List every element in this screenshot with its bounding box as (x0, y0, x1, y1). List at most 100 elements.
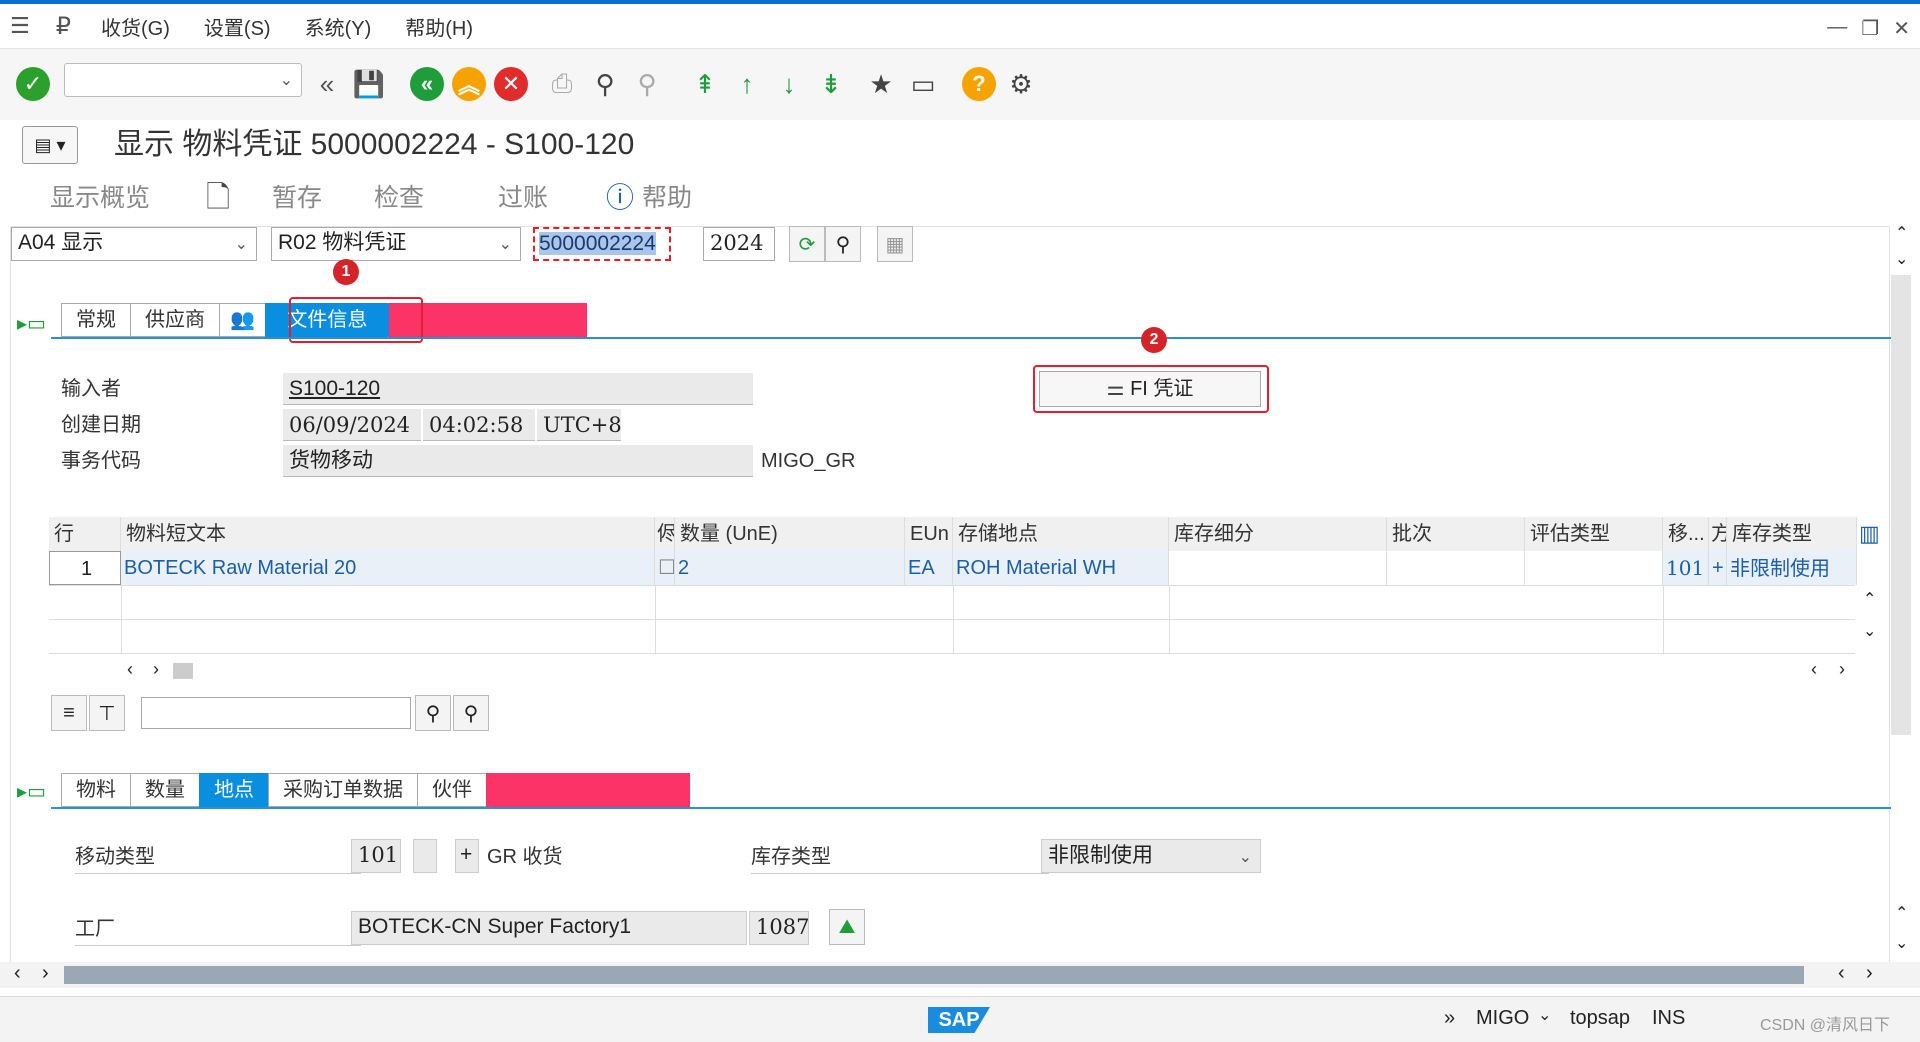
menu-system[interactable]: 系统(Y) (305, 12, 372, 41)
page-scroll-left-icon[interactable]: ‹ (14, 962, 21, 985)
row-stock-segment[interactable] (1169, 551, 1387, 585)
plant-name-value[interactable]: BOTECK-CN Super Factory1 (351, 911, 747, 945)
expand-item-icon[interactable]: ▸▭ (17, 779, 46, 804)
calculator-icon[interactable]: ▦ (877, 226, 913, 262)
detail-scroll-up-icon[interactable]: ⌃ (1895, 903, 1908, 923)
col-movement-type[interactable]: 移... (1663, 517, 1709, 551)
row-checkbox[interactable]: ☐ (655, 551, 675, 585)
tab-quantity[interactable]: 数量 (130, 773, 199, 807)
find-icon[interactable]: ⚲ (588, 67, 622, 101)
tab-vendor[interactable]: 供应商 (130, 303, 219, 337)
scroll-right-icon[interactable]: › (153, 659, 159, 680)
col-direction[interactable]: 方 (1709, 517, 1727, 551)
filter-icon[interactable]: ⊤ (89, 695, 125, 731)
col-quantity[interactable]: 数量 (UnE) (675, 517, 905, 551)
cancel-icon[interactable]: ✕ (494, 67, 528, 101)
show-overview-button[interactable]: 显示概览 (50, 170, 150, 226)
col-line[interactable]: 行 (49, 517, 121, 551)
next-page-icon[interactable]: ↓ (772, 67, 806, 101)
tab-general[interactable]: 常规 (61, 303, 130, 337)
row-direction[interactable]: + (1709, 551, 1727, 585)
scroll-left-icon[interactable]: ‹ (127, 659, 133, 680)
shortcut-icon[interactable]: ▭ (906, 67, 940, 101)
find-next-binoculars-icon[interactable]: ⚲ (453, 695, 489, 731)
column-settings-icon[interactable]: ▥ (1859, 521, 1880, 547)
execute-icon[interactable]: ⟳ (789, 226, 825, 262)
tab-material[interactable]: 物料 (61, 773, 130, 807)
col-storage-location[interactable]: 存储地点 (953, 517, 1169, 551)
page-scroll-right-icon[interactable]: › (1866, 962, 1873, 985)
restore-icon[interactable]: ❐ (1861, 16, 1879, 41)
table-scroll-down-icon[interactable]: ⌄ (1863, 621, 1876, 641)
enter-icon[interactable]: ✓ (16, 67, 50, 101)
col-valuation-type[interactable]: 评估类型 (1525, 517, 1663, 551)
page-scroll-thumb[interactable] (64, 966, 1804, 984)
previous-page-icon[interactable]: ↑ (730, 67, 764, 101)
find-next-icon[interactable]: ⚲ (630, 67, 664, 101)
movement-type-extra[interactable] (413, 839, 437, 873)
main-scroll-up-icon[interactable]: ⌃ (1895, 223, 1908, 243)
tab-people-icon[interactable]: 👥 (219, 303, 265, 337)
save-icon[interactable]: 💾 (352, 67, 386, 101)
row-line-number[interactable]: 1 (49, 551, 121, 585)
check-button[interactable]: 检查 (374, 170, 424, 226)
action-select[interactable]: A04 显示 ⌄ (11, 227, 257, 261)
document-number-field[interactable]: 5000002224 (533, 227, 671, 261)
expand-header-icon[interactable]: ▸▭ (17, 311, 46, 336)
plant-code-value[interactable]: 1087 (749, 911, 809, 945)
main-vertical-scrollbar[interactable] (1891, 275, 1911, 735)
command-field[interactable]: ⌄ (64, 63, 302, 97)
expand-status-icon[interactable]: » (1444, 1007, 1455, 1030)
plant-overview-icon[interactable]: ⛰ (829, 909, 865, 945)
row-stock-type[interactable]: 非限制使用 (1727, 551, 1857, 585)
last-page-icon[interactable]: ⇟ (814, 67, 848, 101)
row-quantity[interactable]: 2 (675, 551, 905, 585)
first-page-icon[interactable]: ⇞ (688, 67, 722, 101)
chevron-down-icon[interactable]: ⌄ (1538, 1005, 1551, 1025)
help-icon[interactable]: ? (962, 67, 996, 101)
tab-po-data[interactable]: 采购订单数据 (268, 773, 417, 807)
exit-icon[interactable]: ︽ (452, 67, 486, 101)
col-unit[interactable]: EUn (905, 517, 953, 551)
minimize-icon[interactable]: — (1827, 16, 1847, 41)
movement-type-value[interactable]: 101 (351, 839, 401, 873)
info-icon[interactable]: ⓘ (606, 170, 634, 226)
print-icon[interactable]: ⎙ (545, 67, 579, 101)
align-top-icon[interactable]: ≡ (51, 695, 87, 731)
table-scroll-up-icon[interactable]: ⌃ (1863, 589, 1876, 609)
status-tcode[interactable]: MIGO (1476, 1007, 1529, 1030)
chevron-down-icon[interactable]: ⌄ (280, 70, 293, 90)
close-window-icon[interactable]: ✕ (1893, 16, 1910, 41)
row-movement-type[interactable]: 101 (1663, 551, 1709, 585)
row-batch[interactable] (1387, 551, 1525, 585)
tab-where[interactable]: 地点 (199, 773, 268, 807)
post-button[interactable]: 过账 (498, 170, 548, 226)
table-search-input[interactable] (141, 697, 411, 729)
scroll-right-icon[interactable]: › (1839, 659, 1845, 680)
col-stock-segment[interactable]: 库存细分 (1169, 517, 1387, 551)
row-unit[interactable]: EA (905, 551, 953, 585)
create-session-icon[interactable]: ★ (864, 67, 898, 101)
find-binoculars-icon[interactable]: ⚲ (415, 695, 451, 731)
screen-menu-icon[interactable]: ▤ ▾ (22, 126, 78, 164)
detail-scroll-down-icon[interactable]: ⌄ (1895, 933, 1908, 953)
settings-gear-icon[interactable]: ⚙ (1004, 67, 1038, 101)
main-scroll-down-icon[interactable]: ⌄ (1895, 249, 1908, 269)
menu-help[interactable]: 帮助(H) (405, 12, 473, 41)
row-valuation-type[interactable] (1525, 551, 1663, 585)
col-flag[interactable]: 侭 (655, 517, 675, 551)
col-batch[interactable]: 批次 (1387, 517, 1525, 551)
row-material-text[interactable]: BOTECK Raw Material 20 (121, 551, 655, 585)
scroll-left-icon[interactable]: ‹ (1811, 659, 1817, 680)
page-scroll-right-icon[interactable]: › (42, 962, 49, 985)
menu-icon[interactable]: ☰ (10, 13, 30, 39)
page-scroll-left-icon[interactable]: ‹ (1838, 962, 1845, 985)
col-material-text[interactable]: 物料短文本 (121, 517, 655, 551)
scroll-thumb[interactable] (173, 663, 193, 679)
favorites-icon[interactable]: ₽ (56, 12, 71, 41)
reference-select[interactable]: R02 物料凭证 ⌄ (271, 227, 521, 261)
year-field[interactable]: 2024 (703, 227, 775, 261)
menu-goods-receipt[interactable]: 收货(G) (101, 12, 170, 41)
tab-partner[interactable]: 伙伴 (417, 773, 486, 807)
back-icon[interactable]: « (410, 67, 444, 101)
